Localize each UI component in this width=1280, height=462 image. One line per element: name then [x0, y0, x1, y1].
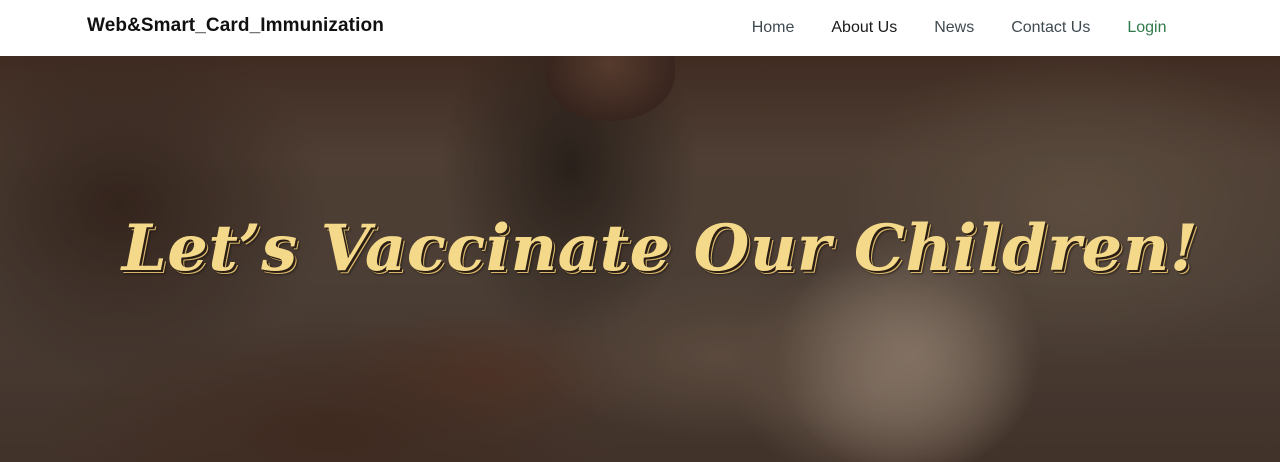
nav-link-news[interactable]: News	[916, 17, 993, 39]
nav-link-home[interactable]: Home	[733, 17, 813, 39]
nav-link-contact-us[interactable]: Contact Us	[993, 17, 1109, 39]
hero-banner: Let’s Vaccinate Our Children!	[0, 56, 1280, 462]
nav-link-about-us[interactable]: About Us	[813, 17, 916, 39]
brand-logo-text[interactable]: Web&Smart_Card_Immunization	[87, 15, 384, 37]
top-navbar: Web&Smart_Card_Immunization Home About U…	[0, 0, 1280, 56]
nav-link-login[interactable]: Login	[1109, 17, 1185, 39]
hero-headline: Let’s Vaccinate Our Children!	[121, 210, 1199, 286]
nav-links: Home About Us News Contact Us Login	[733, 17, 1185, 39]
